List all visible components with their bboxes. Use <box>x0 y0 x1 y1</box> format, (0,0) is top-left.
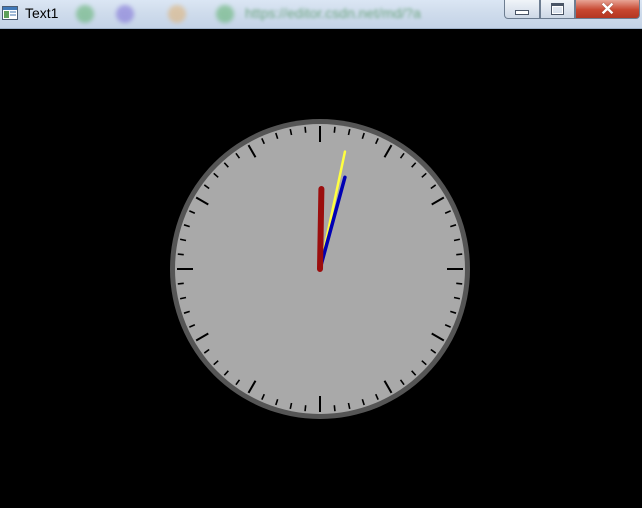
close-button[interactable]: ✕ <box>575 0 640 19</box>
close-icon: ✕ <box>599 0 616 19</box>
clock-tick <box>304 405 307 412</box>
minimize-button[interactable] <box>504 0 540 19</box>
clock-tick <box>333 126 336 133</box>
blurred-home-icon <box>168 5 186 23</box>
clock-tick <box>333 405 336 412</box>
blurred-shield-icon <box>216 5 234 23</box>
clock-canvas <box>0 29 642 508</box>
maximize-icon <box>551 3 564 15</box>
clock-tick <box>456 253 463 256</box>
blurred-background-strip: https://editor.csdn.net/md/?a <box>70 0 500 28</box>
clock-tick <box>456 282 463 285</box>
blurred-circle-icon <box>76 5 94 23</box>
clock-tick <box>177 253 184 256</box>
blurred-url-bar: https://editor.csdn.net/md/?a <box>245 5 421 21</box>
clock-tick <box>304 126 307 133</box>
minimize-icon <box>515 9 529 15</box>
title-bar[interactable]: Text1 https://editor.csdn.net/md/?a ✕ <box>0 0 642 29</box>
clock-tick <box>177 282 184 285</box>
app-window-icon[interactable] <box>2 5 18 21</box>
analog-clock <box>170 119 470 419</box>
app-window: Text1 https://editor.csdn.net/md/?a ✕ <box>0 0 642 508</box>
hour-hand <box>317 186 325 272</box>
maximize-button[interactable] <box>540 0 575 19</box>
window-title: Text1 <box>25 5 59 21</box>
blurred-undo-icon <box>116 5 134 23</box>
